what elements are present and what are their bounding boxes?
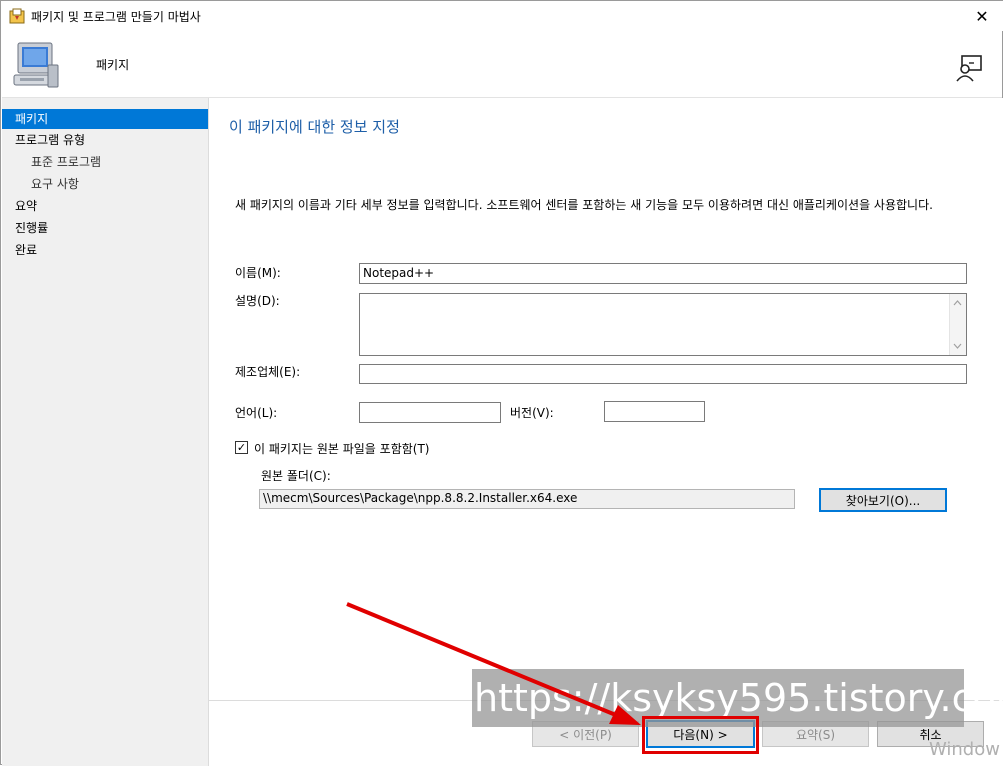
description-field[interactable] (359, 293, 967, 356)
nav-item-standard-program[interactable]: 표준 프로그램 (2, 152, 208, 172)
page-description: 새 패키지의 이름과 기타 세부 정보를 입력합니다. 소프트웨어 센터를 포함… (235, 198, 933, 212)
wizard-header: 패키지 (2, 31, 1002, 98)
nav-item-program-type[interactable]: 프로그램 유형 (2, 130, 208, 150)
description-scrollbar[interactable] (949, 294, 966, 355)
nav-item-requirements[interactable]: 요구 사항 (2, 174, 208, 194)
manufacturer-field[interactable] (359, 364, 967, 384)
nav-item-package[interactable]: 패키지 (2, 109, 208, 129)
window-title: 패키지 및 프로그램 만들기 마법사 (31, 10, 201, 24)
computer-icon (13, 42, 59, 88)
nav-item-progress[interactable]: 진행률 (2, 218, 208, 238)
page-heading: 이 패키지에 대한 정보 지정 (229, 118, 400, 136)
name-label: 이름(M): (235, 266, 281, 280)
source-folder-field[interactable]: \\mecm\Sources\Package\npp.8.8.2.Install… (259, 489, 795, 509)
wizard-app-icon (9, 8, 25, 24)
nav-item-completion[interactable]: 완료 (2, 240, 208, 260)
next-button-highlight-box (642, 716, 759, 754)
include-source-label[interactable]: 이 패키지는 원본 파일을 포함함(T) (254, 440, 429, 457)
include-source-checkbox[interactable]: ✓ (235, 441, 248, 454)
scroll-up-icon[interactable] (950, 296, 965, 310)
language-field[interactable] (359, 402, 501, 423)
help-person-icon[interactable] (954, 53, 984, 83)
version-field[interactable] (604, 401, 705, 422)
language-label: 언어(L): (235, 406, 278, 420)
close-icon: ✕ (975, 6, 989, 26)
wizard-step-list: 패키지 프로그램 유형 표준 프로그램 요구 사항 요약 진행률 완료 (2, 98, 209, 766)
source-folder-label: 원본 폴더(C): (261, 469, 331, 483)
version-label: 버전(V): (510, 406, 554, 420)
nav-item-summary[interactable]: 요약 (2, 196, 208, 216)
description-label: 설명(D): (235, 294, 280, 308)
checkmark-icon: ✓ (236, 441, 247, 454)
browse-button[interactable]: 찾아보기(O)... (819, 488, 947, 512)
windows-activation-watermark: Window (929, 739, 1000, 760)
header-title: 패키지 (96, 58, 130, 72)
name-field[interactable]: Notepad++ (359, 263, 967, 284)
scroll-down-icon[interactable] (950, 339, 965, 353)
title-bar: 패키지 및 프로그램 만들기 마법사 ✕ (1, 1, 1003, 31)
close-button[interactable]: ✕ (961, 1, 1003, 31)
manufacturer-label: 제조업체(E): (235, 365, 301, 379)
wizard-window: 패키지 및 프로그램 만들기 마법사 ✕ 패키지 패키지 프로그램 유형 표준 … (0, 0, 1003, 766)
